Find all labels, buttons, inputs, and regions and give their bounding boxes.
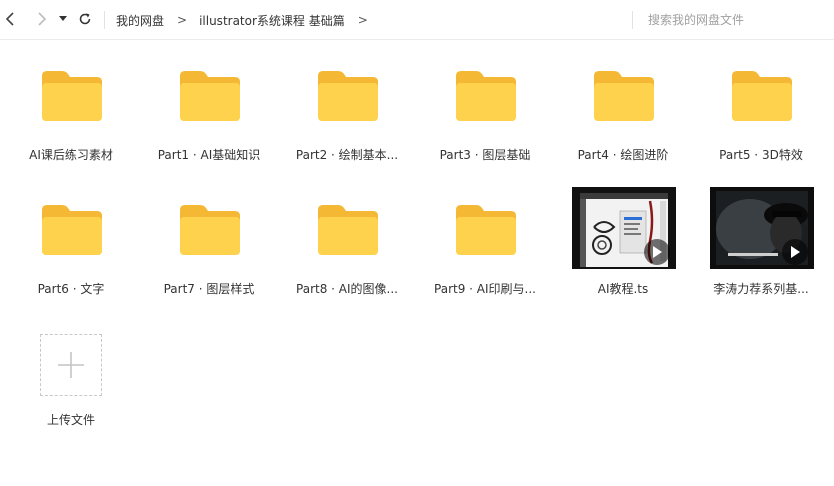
- folder-item[interactable]: Part4 · 绘图进阶: [563, 42, 683, 162]
- folder-item[interactable]: Part1 · AI基础知识: [149, 42, 269, 162]
- folder-item[interactable]: Part7 · 图层样式: [149, 176, 269, 296]
- play-icon: [791, 246, 800, 258]
- toolbar: 我的网盘 > illustrator系统课程 基础篇 >: [0, 0, 834, 40]
- item-label: Part2 · 绘制基本...: [295, 148, 399, 162]
- folder-icon: [732, 71, 792, 121]
- search-divider: [632, 11, 633, 29]
- video-thumbnail: [572, 187, 676, 269]
- breadcrumb-item-root[interactable]: 我的网盘: [116, 12, 164, 29]
- history-dropdown-button[interactable]: [54, 8, 72, 30]
- folder-item[interactable]: Part3 · 图层基础: [425, 42, 545, 162]
- video-item[interactable]: AI教程.ts: [563, 176, 683, 296]
- folder-icon: [180, 205, 240, 255]
- refresh-button[interactable]: [74, 8, 96, 30]
- folder-icon: [456, 205, 516, 255]
- folder-icon: [42, 205, 102, 255]
- folder-icon: [180, 71, 240, 121]
- item-label: Part9 · AI印刷与...: [434, 282, 536, 296]
- chevron-right-icon: [38, 12, 47, 26]
- refresh-icon: [79, 13, 91, 25]
- folder-icon: [594, 71, 654, 121]
- chevron-left-icon: [5, 12, 14, 26]
- folder-item[interactable]: Part6 · 文字: [11, 176, 131, 296]
- play-button[interactable]: [644, 239, 670, 265]
- item-label: Part8 · AI的图像...: [296, 282, 398, 296]
- breadcrumb: 我的网盘 > illustrator系统课程 基础篇 >: [116, 10, 380, 30]
- item-label: AI课后练习素材: [29, 148, 113, 162]
- breadcrumb-separator: >: [177, 13, 188, 27]
- folder-item[interactable]: AI课后练习素材: [11, 42, 131, 162]
- item-label: Part7 · 图层样式: [163, 282, 255, 296]
- video-thumbnail: [710, 187, 814, 269]
- folder-icon: [456, 71, 516, 121]
- item-label: Part3 · 图层基础: [439, 148, 531, 162]
- breadcrumb-separator: >: [357, 13, 368, 27]
- folder-item[interactable]: Part2 · 绘制基本...: [287, 42, 407, 162]
- item-label: 李涛力荐系列基...: [713, 282, 809, 296]
- upload-label: 上传文件: [46, 413, 95, 427]
- folder-item[interactable]: Part9 · AI印刷与...: [425, 176, 545, 296]
- item-label: Part4 · 绘图进阶: [577, 148, 669, 162]
- item-label: Part5 · 3D特效: [719, 148, 803, 162]
- play-button[interactable]: [782, 239, 808, 265]
- play-icon: [653, 246, 662, 258]
- breadcrumb-item-current[interactable]: illustrator系统课程 基础篇: [199, 12, 345, 29]
- forward-button[interactable]: [30, 8, 52, 30]
- folder-icon: [318, 205, 378, 255]
- back-button[interactable]: [0, 8, 22, 30]
- plus-icon: [58, 352, 84, 378]
- item-label: AI教程.ts: [597, 282, 649, 296]
- item-label: Part1 · AI基础知识: [157, 148, 261, 162]
- folder-icon: [42, 71, 102, 121]
- upload-button[interactable]: [40, 334, 102, 396]
- folder-item[interactable]: Part5 · 3D特效: [701, 42, 821, 162]
- folder-icon: [318, 71, 378, 121]
- item-label: Part6 · 文字: [37, 282, 105, 296]
- search-input[interactable]: [648, 10, 818, 30]
- video-item[interactable]: 李涛力荐系列基...: [701, 176, 821, 296]
- toolbar-divider: [104, 11, 105, 29]
- folder-item[interactable]: Part8 · AI的图像...: [287, 176, 407, 296]
- caret-down-icon: [59, 16, 67, 21]
